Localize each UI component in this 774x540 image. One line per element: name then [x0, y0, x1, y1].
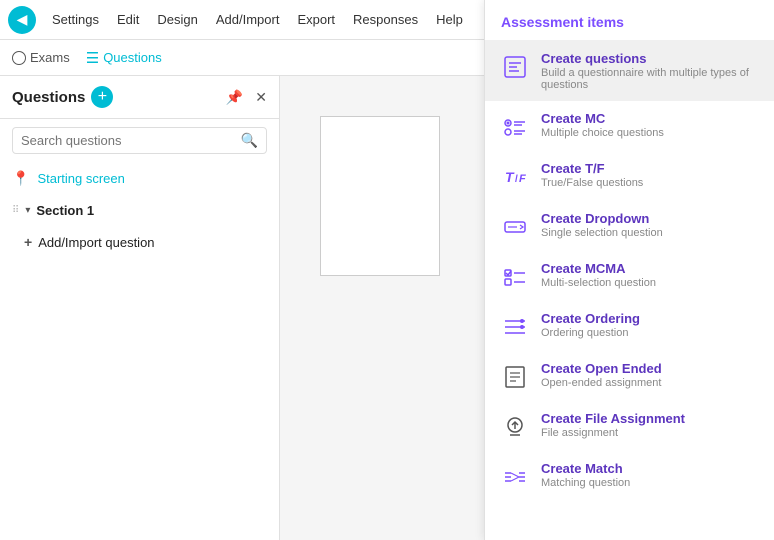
exams-label: Exams: [30, 50, 70, 65]
menu-item-create-questions[interactable]: Create questions Build a questionnaire w…: [485, 41, 774, 101]
nav-settings[interactable]: Settings: [44, 8, 107, 31]
menu-item-create-match[interactable]: Create Match Matching question: [485, 451, 774, 501]
dropdown-item-icon: [501, 213, 529, 241]
nav-responses[interactable]: Responses: [345, 8, 426, 31]
search-icon: 🔍: [241, 132, 258, 149]
back-button[interactable]: ◀: [8, 6, 36, 34]
sidebar-close-icon[interactable]: ✕: [255, 89, 267, 106]
section-1-item[interactable]: ⠿ ▾ Section 1: [0, 195, 279, 226]
sidebar: Questions + 📌 ✕ 🔍 📍 Starting screen ⠿ ▾ …: [0, 76, 280, 540]
create-fileassign-title: Create File Assignment: [541, 411, 685, 426]
create-ordering-desc: Ordering question: [541, 327, 640, 339]
questions-item-icon: [501, 53, 529, 81]
match-item-text: Create Match Matching question: [541, 461, 630, 489]
nav-menu: Settings Edit Design Add/Import Export R…: [44, 8, 471, 31]
location-icon: 📍: [12, 170, 29, 187]
sidebar-title: Questions: [12, 89, 85, 106]
search-input[interactable]: [21, 133, 241, 148]
tf-item-text: Create T/F True/False questions: [541, 161, 643, 189]
questions-link[interactable]: ☰ Questions: [86, 49, 162, 67]
svg-text:T: T: [505, 169, 515, 185]
create-mc-title: Create MC: [541, 111, 664, 126]
mc-item-text: Create MC Multiple choice questions: [541, 111, 664, 139]
nav-design[interactable]: Design: [149, 8, 205, 31]
create-tf-title: Create T/F: [541, 161, 643, 176]
starting-screen-label: Starting screen: [37, 171, 124, 186]
menu-item-create-tf[interactable]: T / F Create T/F True/False questions: [485, 151, 774, 201]
search-bar: 🔍: [12, 127, 267, 154]
mcma-item-text: Create MCMA Multi-selection question: [541, 261, 656, 289]
menu-item-create-open-ended[interactable]: Create Open Ended Open-ended assignment: [485, 351, 774, 401]
ordering-item-icon: [501, 313, 529, 341]
openended-item-icon: [501, 363, 529, 391]
fileassign-item-icon: [501, 413, 529, 441]
nav-export[interactable]: Export: [289, 8, 343, 31]
panel-title: Assessment items: [485, 0, 774, 41]
section-1-label: Section 1: [36, 203, 94, 218]
menu-item-create-file-assignment[interactable]: Create File Assignment File assignment: [485, 401, 774, 451]
create-ordering-title: Create Ordering: [541, 311, 640, 326]
add-import-row[interactable]: + Add/Import question: [0, 226, 279, 258]
create-questions-title: Create questions: [541, 51, 758, 66]
questions-item-text: Create questions Build a questionnaire w…: [541, 51, 758, 91]
create-match-title: Create Match: [541, 461, 630, 476]
dropdown-item-text: Create Dropdown Single selection questio…: [541, 211, 663, 239]
nav-help[interactable]: Help: [428, 8, 471, 31]
drag-handle-icon: ⠿: [12, 205, 19, 216]
pin-icon[interactable]: 📌: [226, 89, 243, 106]
starting-screen-item[interactable]: 📍 Starting screen: [0, 162, 279, 195]
create-dropdown-title: Create Dropdown: [541, 211, 663, 226]
add-question-button[interactable]: +: [91, 86, 113, 108]
exams-link[interactable]: Exams: [12, 50, 70, 65]
content-inner: [320, 116, 440, 276]
nav-addimport[interactable]: Add/Import: [208, 8, 288, 31]
add-import-label: Add/Import question: [38, 235, 154, 250]
svg-text:F: F: [519, 173, 526, 185]
create-dropdown-desc: Single selection question: [541, 227, 663, 239]
plus-icon: +: [24, 234, 32, 250]
menu-item-create-mc[interactable]: Create MC Multiple choice questions: [485, 101, 774, 151]
openended-item-text: Create Open Ended Open-ended assignment: [541, 361, 662, 389]
main-area: Questions + 📌 ✕ 🔍 📍 Starting screen ⠿ ▾ …: [0, 76, 774, 540]
create-questions-desc: Build a questionnaire with multiple type…: [541, 67, 758, 91]
create-openended-title: Create Open Ended: [541, 361, 662, 376]
create-tf-desc: True/False questions: [541, 177, 643, 189]
chevron-icon: ▾: [25, 205, 30, 216]
ordering-item-text: Create Ordering Ordering question: [541, 311, 640, 339]
match-item-icon: [501, 463, 529, 491]
exams-icon: [12, 51, 26, 65]
mcma-item-icon: [501, 263, 529, 291]
fileassign-item-text: Create File Assignment File assignment: [541, 411, 685, 439]
questions-label: Questions: [103, 50, 162, 65]
create-fileassign-desc: File assignment: [541, 427, 685, 439]
questions-icon: ☰: [86, 49, 99, 67]
svg-text:/: /: [515, 174, 518, 185]
assessment-panel: Assessment items Create questions Build …: [484, 0, 774, 540]
nav-edit[interactable]: Edit: [109, 8, 147, 31]
sidebar-header: Questions + 📌 ✕: [0, 76, 279, 119]
menu-item-create-dropdown[interactable]: Create Dropdown Single selection questio…: [485, 201, 774, 251]
mc-item-icon: [501, 113, 529, 141]
menu-item-create-ordering[interactable]: Create Ordering Ordering question: [485, 301, 774, 351]
menu-item-create-mcma[interactable]: Create MCMA Multi-selection question: [485, 251, 774, 301]
create-mcma-desc: Multi-selection question: [541, 277, 656, 289]
tf-item-icon: T / F: [501, 163, 529, 191]
create-openended-desc: Open-ended assignment: [541, 377, 662, 389]
create-match-desc: Matching question: [541, 477, 630, 489]
create-mc-desc: Multiple choice questions: [541, 127, 664, 139]
create-mcma-title: Create MCMA: [541, 261, 656, 276]
